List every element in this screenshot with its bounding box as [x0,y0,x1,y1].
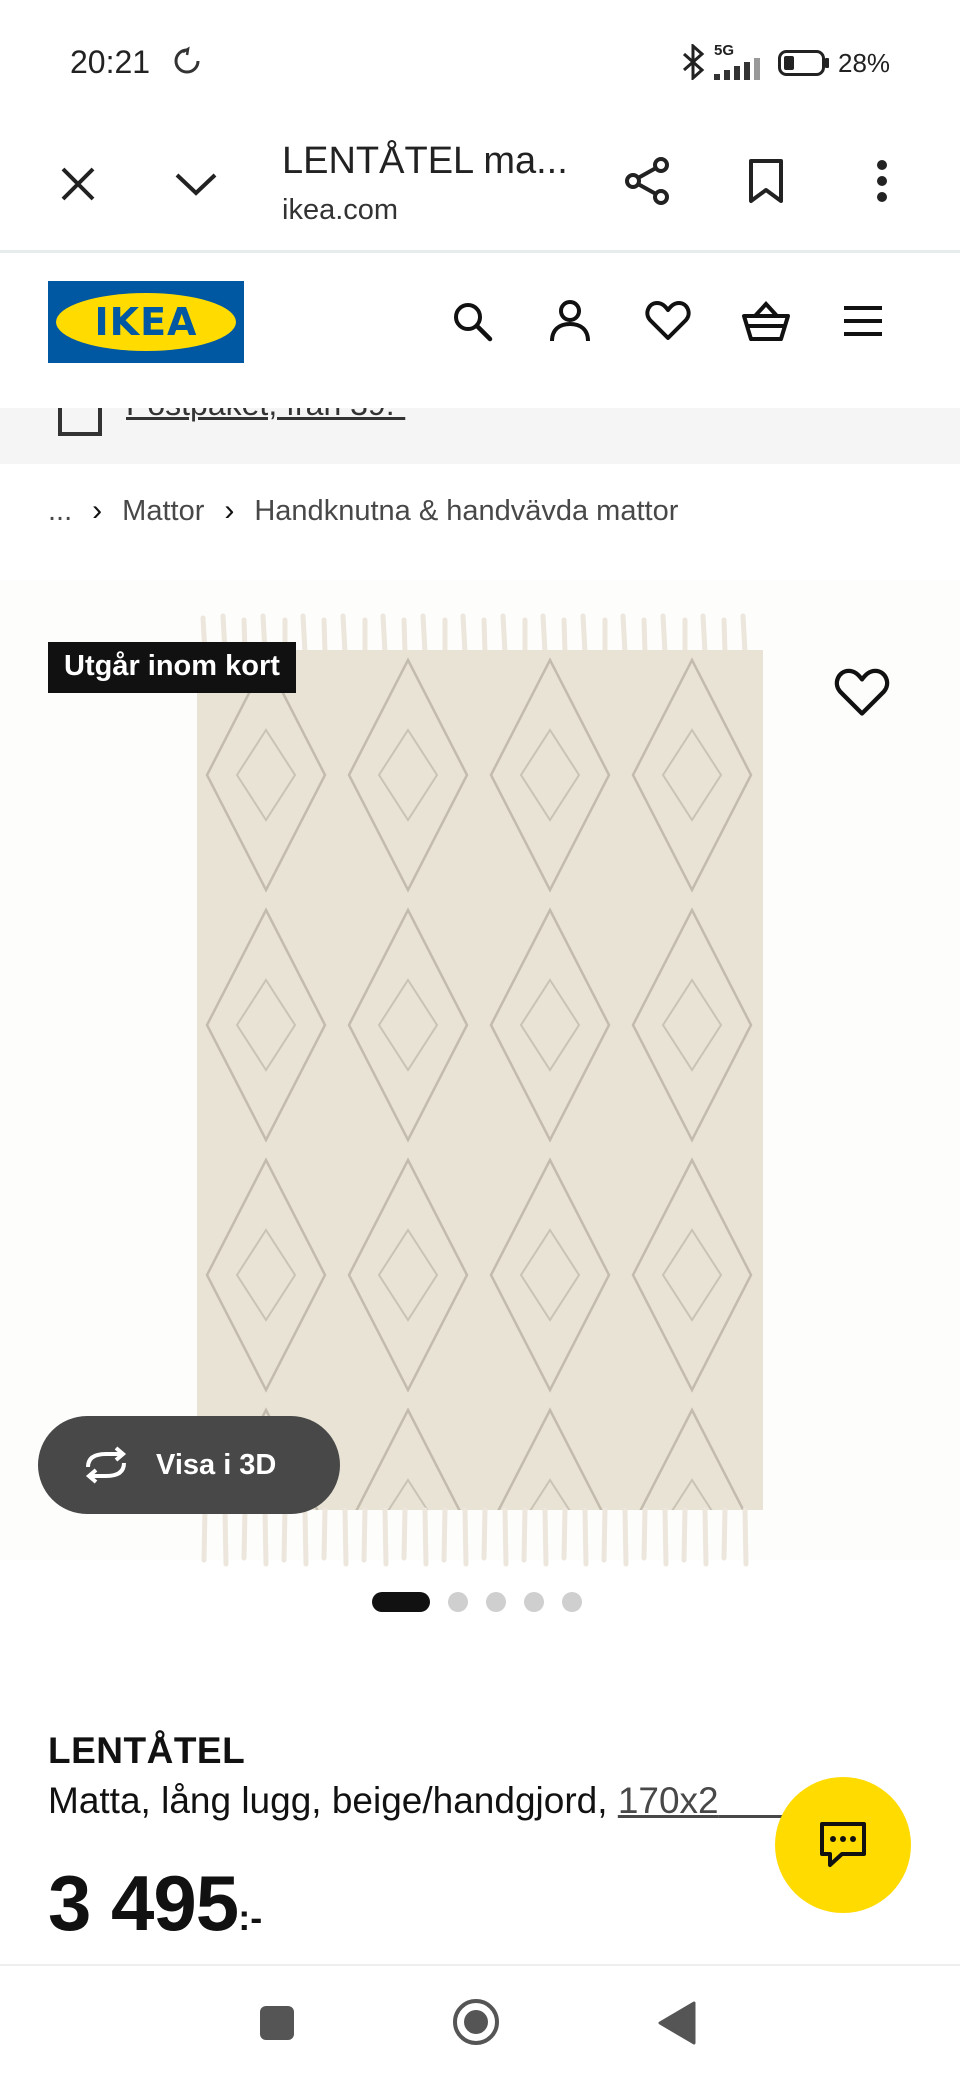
status-badge: Utgår inom kort [48,642,296,693]
network-type: 5G [714,42,735,59]
promo-link[interactable]: Postpaket, från 39:- [126,408,405,423]
page-title: LENTÅTEL ma... [282,140,568,182]
signal-icon [714,58,760,80]
chat-button[interactable] [775,1777,911,1913]
logo-text: IKEA [94,300,198,344]
sync-icon [174,46,200,74]
menu-button[interactable] [833,291,893,351]
collapse-button[interactable] [166,154,226,214]
back-button[interactable] [656,2000,696,2046]
view-3d-label: Visa i 3D [156,1448,277,1481]
logo-oval: IKEA [56,293,236,351]
carousel-dot[interactable] [372,1592,430,1612]
ikea-logo[interactable]: IKEA [48,281,244,363]
browser-toolbar: LENTÅTEL ma... ikea.com [0,120,960,253]
product-price: 3 495:- [48,1858,262,1949]
status-time: 20:21 [70,44,151,80]
heart-icon [834,668,890,716]
breadcrumb-item-mattor[interactable]: Mattor [122,495,204,528]
carousel-dot[interactable] [524,1592,544,1612]
search-icon [454,303,493,342]
rotate-3d-icon [85,1446,127,1484]
system-nav-bar [0,1964,960,2081]
carousel-indicator [372,1592,582,1612]
product-size-text: 170x2 [617,1780,719,1821]
rug-fringe-bottom [201,1507,749,1567]
close-icon [61,167,95,201]
share-icon [625,157,669,205]
share-button[interactable] [618,150,678,212]
bookmark-button[interactable] [736,150,796,212]
chevron-right-icon: › [224,494,235,527]
promo-strip: Postpaket, från 39:- [0,408,960,464]
account-button[interactable] [540,291,600,351]
home-button[interactable] [452,1998,500,2046]
close-button[interactable] [48,154,108,214]
breadcrumb: ... › Mattor › Handknutna & handvävda ma… [48,494,678,528]
basket-icon [742,301,790,341]
favourite-button[interactable] [834,666,890,722]
breadcrumb-ellipsis[interactable]: ... [48,495,72,528]
search-button[interactable] [442,291,502,351]
breadcrumb-item-handknutna[interactable]: Handknutna & handvävda mattor [254,495,678,528]
menu-icon [844,306,882,336]
heart-icon [645,301,691,340]
more-options-button[interactable] [852,150,912,212]
battery-icon [778,50,829,76]
price-currency: :- [238,1897,263,1938]
bluetooth-icon [683,44,705,80]
chevron-right-icon: › [92,494,103,527]
carousel-dot[interactable] [448,1592,468,1612]
product-description: Matta, lång lugg, beige/handgjord, 170x2… [48,1780,863,1822]
carousel-dot[interactable] [562,1592,582,1612]
product-image-gallery[interactable]: Utgår inom kort Visa i 3D [0,580,960,1567]
view-3d-button[interactable]: Visa i 3D [38,1416,340,1514]
product-name: LENTÅTEL [48,1730,246,1771]
favourites-button[interactable] [638,291,698,351]
account-icon [550,300,590,342]
recents-button[interactable] [260,2006,294,2040]
site-header: IKEA [0,253,960,408]
battery-percent: 28% [838,48,891,78]
chat-icon [820,1822,866,1867]
status-bar: 20:21 5G 28% [0,0,960,120]
bookmark-icon [749,159,783,203]
product-description-text: Matta, lång lugg, beige/handgjord, [48,1780,608,1821]
basket-button[interactable] [736,291,796,351]
price-value: 3 495 [48,1859,239,1947]
parcel-icon [58,408,102,436]
page-domain: ikea.com [282,194,399,226]
chevron-down-icon [175,173,217,196]
carousel-dot[interactable] [486,1592,506,1612]
more-vert-icon [877,160,887,202]
